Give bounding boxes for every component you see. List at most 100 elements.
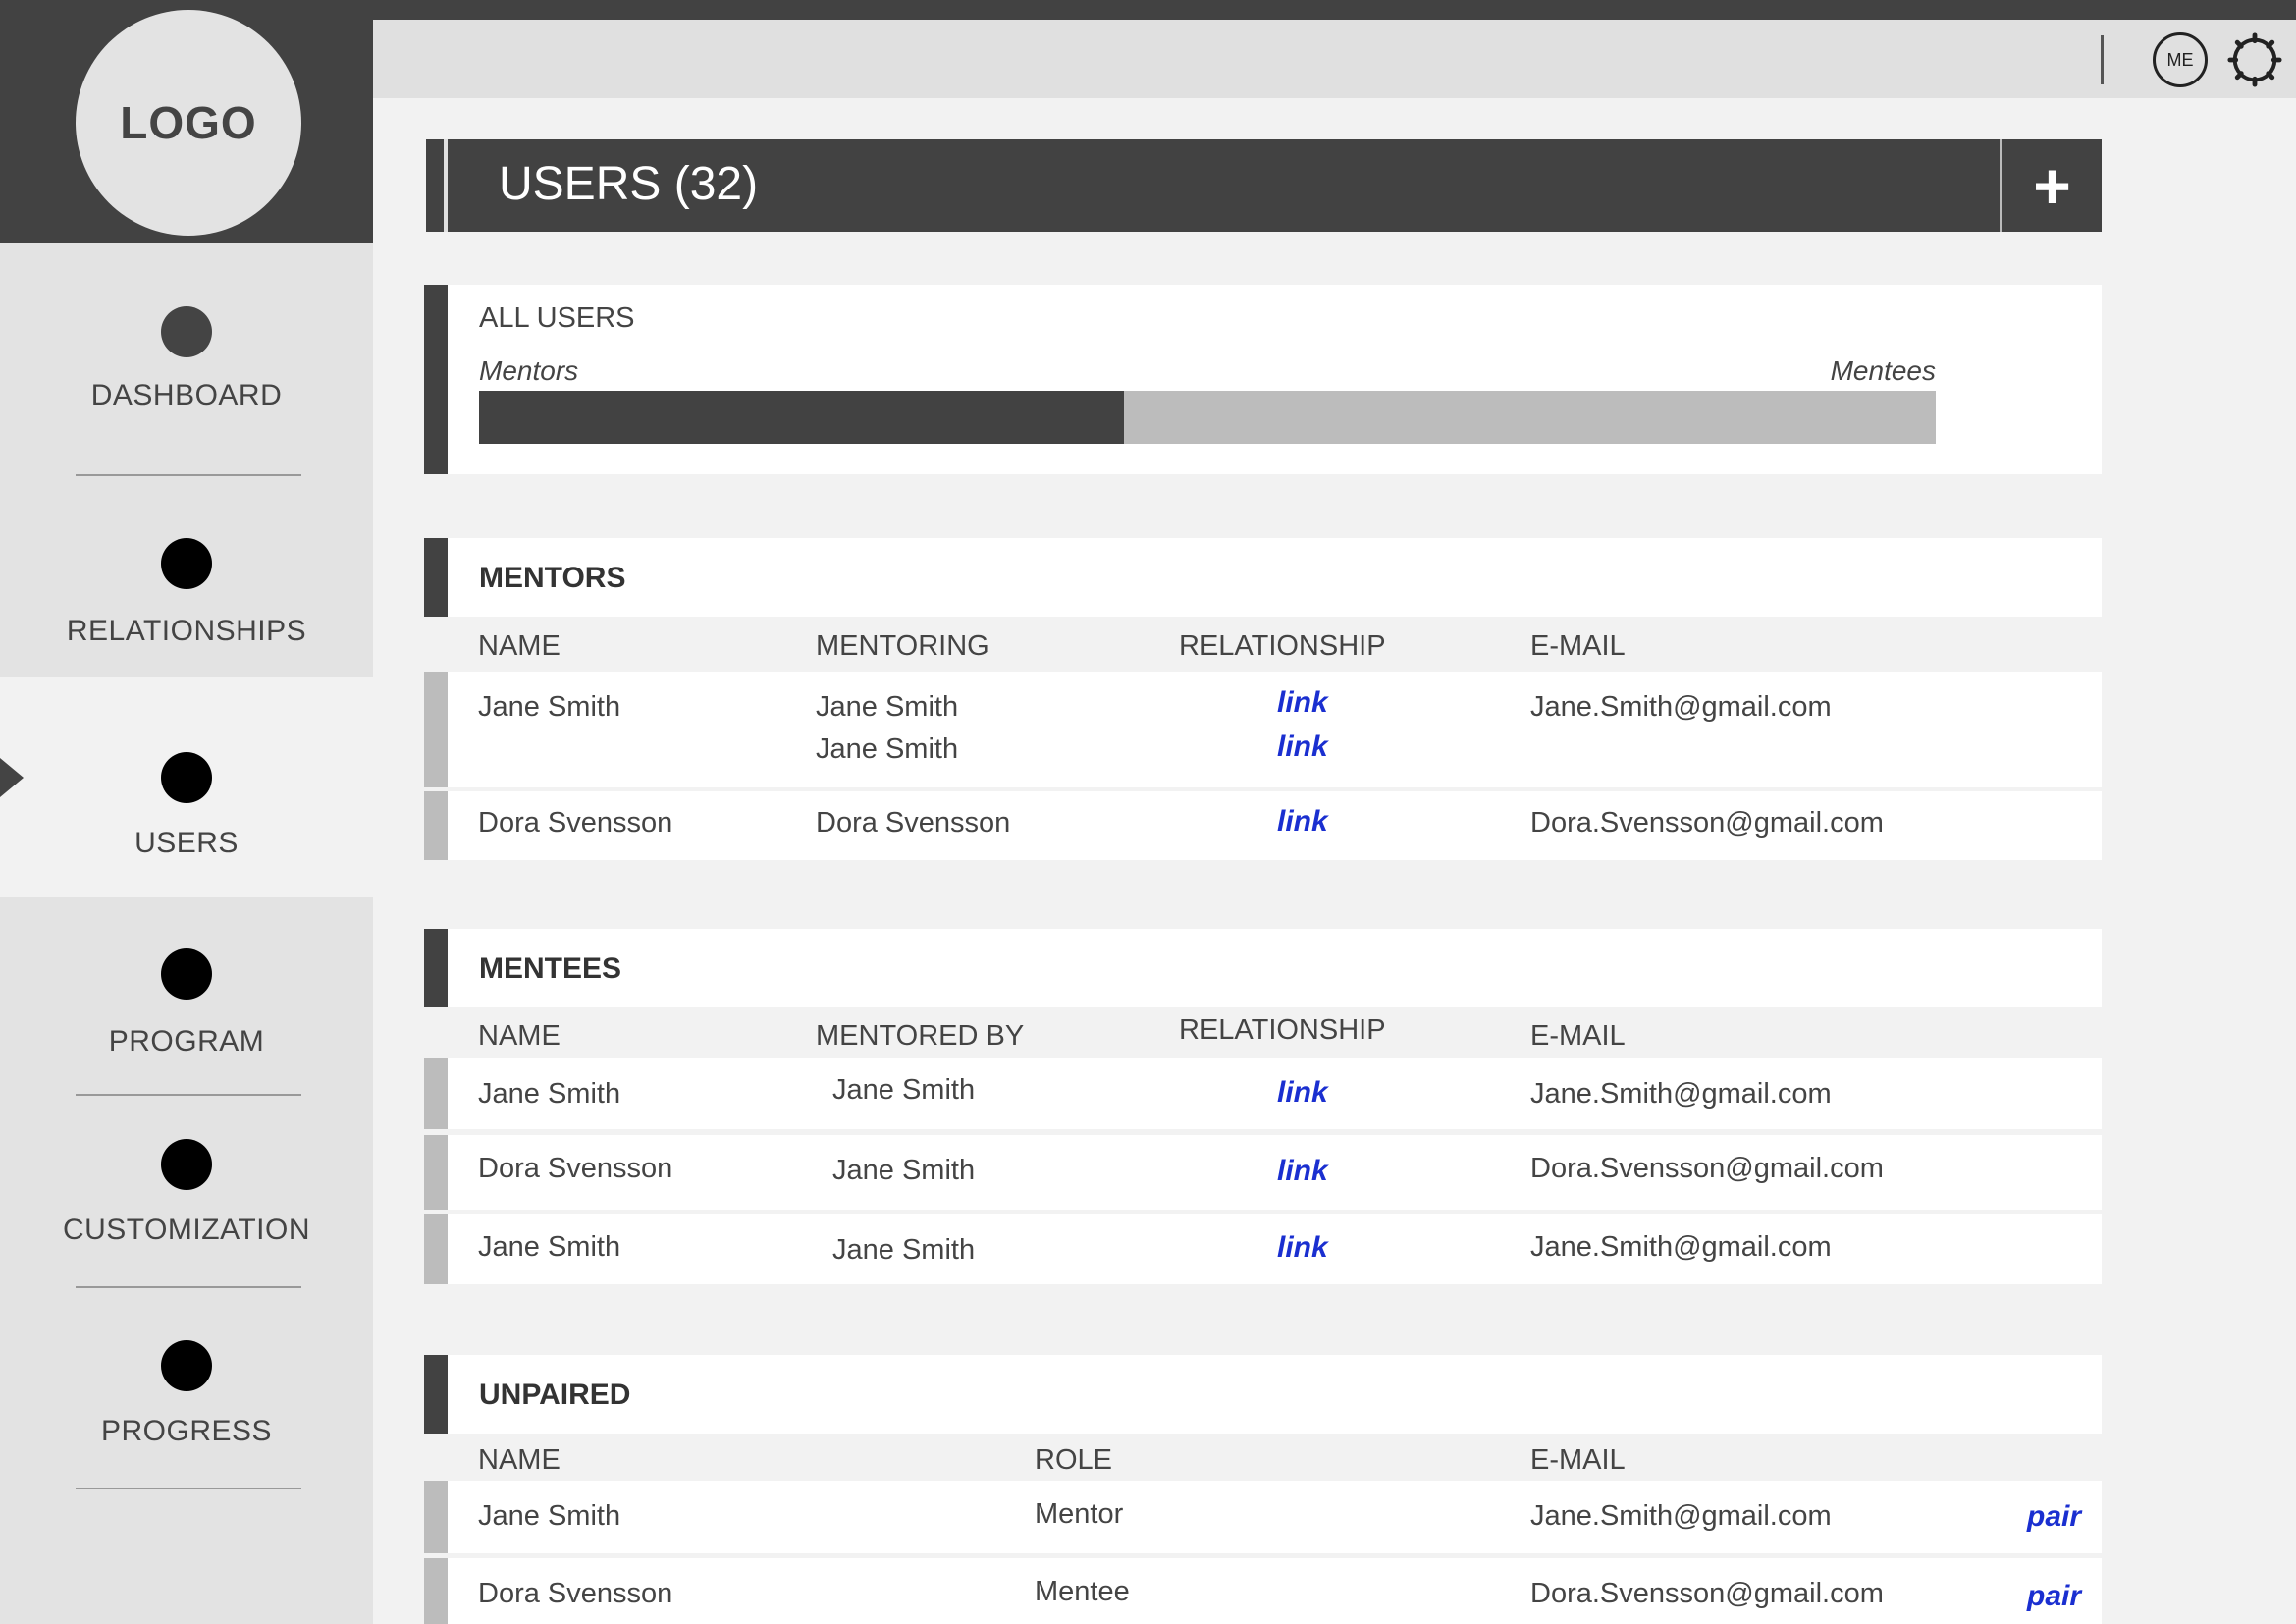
relationship-link[interactable]: link [1277,686,1328,720]
row-marker [424,791,448,860]
relationships-icon [161,538,212,589]
progress-icon [161,1340,212,1391]
table-row: Jane Smith Mentor Jane.Smith@gmail.com p… [424,1481,2102,1553]
table-row: Dora Svensson Dora Svensson link Dora.Sv… [424,791,2102,860]
nav-divider [76,1488,301,1489]
table-row: Dora Svensson Jane Smith link Dora.Svens… [424,1135,2102,1210]
mentees-title: MENTEES [479,952,622,985]
sidebar-item-label: USERS [134,827,239,859]
customization-icon [161,1139,212,1190]
mentor-mentee-ratio-bar [479,391,1936,444]
column-header: E-MAIL [1530,1020,1626,1052]
mentors-title: MENTORS [479,562,626,594]
mentee-email: Jane.Smith@gmail.com [1530,1078,1832,1110]
unpaired-name: Dora Svensson [478,1578,673,1609]
row-marker [424,1481,448,1553]
nav-divider [76,1094,301,1096]
relationship-link[interactable]: link [1277,731,1328,764]
sidebar: LOGO DASHBOARD RELATIONSHIPS USERS PROGR… [0,0,373,1624]
row-marker [424,1214,448,1284]
title-accent [444,139,448,232]
mentor-name: Dora Svensson [478,807,673,839]
mentoring-name: Jane Smith [816,733,959,765]
all-users-panel: ALL USERS Mentors Mentees [424,285,2102,474]
sidebar-item-relationships[interactable]: RELATIONSHIPS [0,538,373,677]
sidebar-item-progress[interactable]: PROGRESS [0,1340,373,1478]
column-header: RELATIONSHIP [1179,1014,1386,1046]
table-row: Jane Smith Jane Smith link Jane.Smith@gm… [424,1058,2102,1129]
mentee-email: Dora.Svensson@gmail.com [1530,1153,1884,1184]
table-row: Dora Svensson Mentee Dora.Svensson@gmail… [424,1558,2102,1624]
mentee-name: Dora Svensson [478,1153,673,1184]
program-icon [161,948,212,1000]
mentored-by-name: Jane Smith [832,1234,976,1266]
table-row: Jane Smith Jane Smith Jane Smith link li… [424,672,2102,787]
pair-link[interactable]: pair [2027,1580,2081,1613]
sidebar-item-label: PROGRESS [100,1415,273,1447]
mentors-ratio-label: Mentors [479,355,579,386]
page-title-bar: USERS (32) + [426,139,2102,232]
panel-marker [424,285,448,474]
section-marker [424,538,448,617]
mentor-name: Jane Smith [478,691,621,723]
sidebar-item-label: CUSTOMIZATION [62,1214,311,1246]
column-header: NAME [478,1020,561,1052]
unpaired-email: Jane.Smith@gmail.com [1530,1500,1832,1532]
mentor-email: Dora.Svensson@gmail.com [1530,807,1884,839]
users-icon [161,752,212,803]
column-header: ROLE [1035,1444,1112,1476]
header-bar [373,20,2296,98]
mentored-by-name: Jane Smith [832,1074,976,1106]
column-header: RELATIONSHIP [1179,630,1386,662]
sidebar-item-label: DASHBOARD [90,379,283,411]
row-marker [424,1558,448,1624]
table-row: Jane Smith Jane Smith link Jane.Smith@gm… [424,1214,2102,1284]
relationship-link[interactable]: link [1277,1155,1328,1188]
mentee-email: Jane.Smith@gmail.com [1530,1231,1832,1263]
unpaired-title: UNPAIRED [479,1379,631,1411]
mentoring-name: Jane Smith [816,691,959,723]
all-users-title: ALL USERS [479,302,635,334]
sidebar-item-dashboard[interactable]: DASHBOARD [0,306,373,454]
row-marker [424,1058,448,1129]
sidebar-item-customization[interactable]: CUSTOMIZATION [0,1139,373,1276]
unpaired-email: Dora.Svensson@gmail.com [1530,1578,1884,1609]
sidebar-item-users[interactable]: USERS [0,677,373,897]
column-header: E-MAIL [1530,1444,1626,1476]
mentor-ratio-fill [479,391,1125,444]
unpaired-name: Jane Smith [478,1500,621,1532]
unpaired-role: Mentee [1035,1576,1130,1607]
sidebar-item-label: PROGRAM [108,1025,265,1057]
mentee-name: Jane Smith [478,1231,621,1263]
active-indicator-icon [0,758,24,797]
row-marker [424,672,448,787]
column-header: MENTORED BY [816,1020,1025,1052]
relationship-link[interactable]: link [1277,805,1328,839]
row-marker [424,1135,448,1210]
column-header: E-MAIL [1530,630,1626,662]
page-title: USERS (32) [499,158,759,210]
dashboard-icon [161,306,212,357]
unpaired-section-header: UNPAIRED [424,1355,2102,1434]
profile-button[interactable]: ME [2153,32,2208,87]
section-marker [424,929,448,1007]
mentees-section-header: MENTEES [424,929,2102,1007]
nav-divider [76,474,301,476]
nav-divider [76,1286,301,1288]
relationship-link[interactable]: link [1277,1231,1328,1265]
logo-area: LOGO [0,0,373,243]
sidebar-item-label: RELATIONSHIPS [66,615,307,647]
column-header: NAME [478,1444,561,1476]
add-user-button[interactable]: + [2000,139,2102,232]
pair-link[interactable]: pair [2027,1500,2081,1534]
column-header: MENTORING [816,630,989,662]
mentor-email: Jane.Smith@gmail.com [1530,691,1832,723]
sidebar-item-program[interactable]: PROGRAM [0,948,373,1086]
relationship-link[interactable]: link [1277,1076,1328,1110]
unpaired-role: Mentor [1035,1498,1124,1530]
mentors-section-header: MENTORS [424,538,2102,617]
section-marker [424,1355,448,1434]
column-header: NAME [478,630,561,662]
logo[interactable]: LOGO [76,10,301,236]
settings-gear-icon[interactable] [2226,31,2283,88]
